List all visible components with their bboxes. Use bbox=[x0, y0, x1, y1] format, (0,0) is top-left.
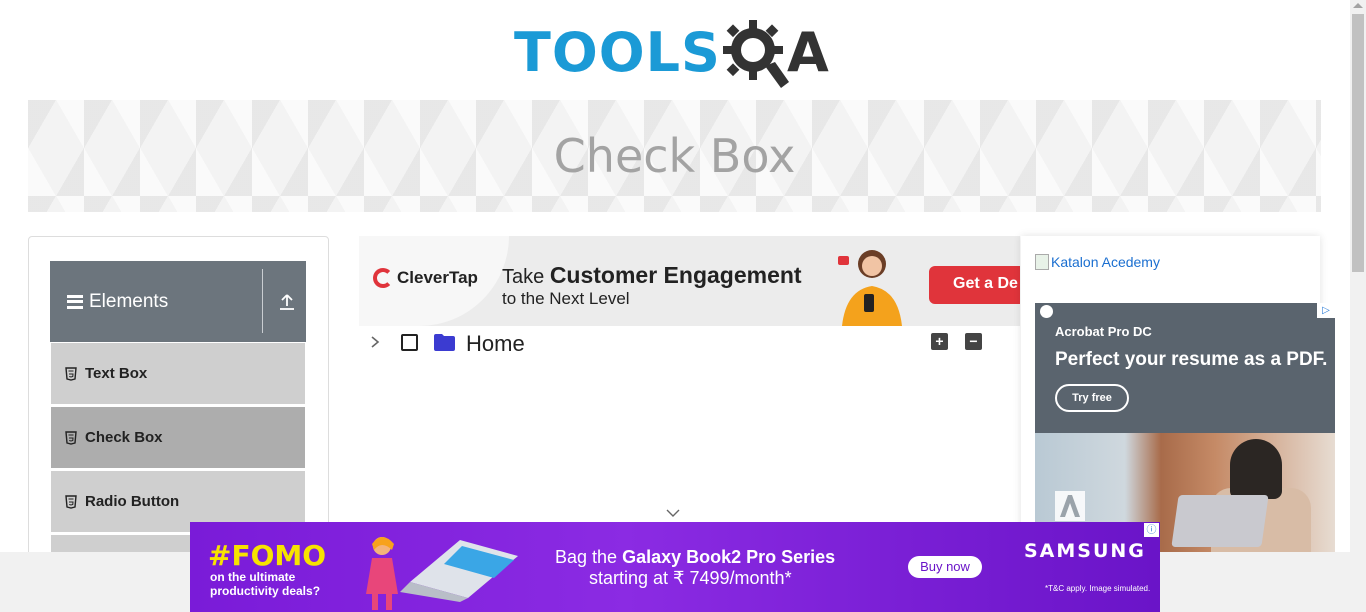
galaxy-book-laptop-image bbox=[400, 540, 518, 602]
chevron-right-icon[interactable] bbox=[368, 335, 382, 349]
katalon-alt-text: Katalon Acedemy bbox=[1051, 254, 1160, 270]
logo-text-tools: TOOLS bbox=[514, 21, 721, 84]
ad-headline-bold: Customer Engagement bbox=[549, 262, 802, 288]
samsung-ad[interactable]: #FOMO on the ultimate productivity deals… bbox=[190, 522, 1160, 612]
collapse-all-button[interactable]: − bbox=[965, 333, 982, 350]
clevertap-ring-icon bbox=[373, 268, 393, 288]
home-checkbox[interactable] bbox=[401, 334, 418, 351]
ad-headline-bold: Galaxy Book2 Pro Series bbox=[622, 547, 836, 567]
adobe-ad-header: ▷ Acrobat Pro DC Perfect your resume as … bbox=[1035, 303, 1335, 433]
samsung-logo: SAMSUNG bbox=[1024, 540, 1146, 562]
adobe-ad[interactable]: ▷ Acrobat Pro DC Perfect your resume as … bbox=[1035, 303, 1335, 552]
buy-now-button[interactable]: Buy now bbox=[908, 556, 982, 578]
elements-group-header[interactable]: Elements bbox=[50, 261, 306, 342]
toolsqa-logo[interactable]: TOOLS A bbox=[514, 14, 844, 92]
hamburger-icon bbox=[67, 294, 83, 309]
vertical-scrollbar[interactable] bbox=[1350, 0, 1366, 612]
ad-headline-prefix: Bag the bbox=[555, 547, 618, 567]
clevertap-ad[interactable]: CleverTap Take Customer Engagement to th… bbox=[359, 236, 1020, 326]
divider bbox=[262, 269, 263, 333]
html5-icon bbox=[65, 366, 77, 381]
page-title: Check Box bbox=[553, 129, 796, 183]
sidebar-item-check-box[interactable]: Check Box bbox=[51, 406, 305, 468]
person-head bbox=[1230, 439, 1282, 499]
page: TOOLS A Check Box Elements Text Box Chec… bbox=[0, 0, 1366, 612]
ad-headline: Take Customer Engagement bbox=[502, 262, 802, 289]
html5-icon bbox=[65, 430, 77, 445]
upload-icon[interactable] bbox=[278, 293, 296, 311]
ad-headline: Bag the Galaxy Book2 Pro Series bbox=[555, 547, 835, 568]
scrollbar-thumb[interactable] bbox=[1352, 14, 1364, 272]
adobe-product-name: Acrobat Pro DC bbox=[1055, 324, 1152, 339]
page-banner: Check Box bbox=[28, 100, 1321, 212]
tree-node-label[interactable]: Home bbox=[466, 331, 525, 357]
fomo-text: #FOMO bbox=[208, 539, 327, 572]
fomo-subtext: on the ultimate productivity deals? bbox=[210, 570, 320, 598]
html5-icon bbox=[65, 494, 77, 509]
fomo-subtext-line-2: productivity deals? bbox=[210, 584, 321, 598]
ad-price: starting at ₹ 7499/month* bbox=[589, 568, 792, 588]
scroll-up-arrow-icon[interactable] bbox=[1353, 3, 1363, 8]
sidebar-item-text-box[interactable]: Text Box bbox=[51, 342, 305, 404]
group-title: Elements bbox=[89, 290, 169, 312]
clevertap-logo: CleverTap bbox=[373, 268, 478, 288]
adobe-choices-icon[interactable] bbox=[1040, 305, 1053, 318]
broken-image-icon bbox=[1035, 254, 1049, 270]
get-a-demo-button[interactable]: Get a De bbox=[929, 266, 1020, 304]
katalon-ad-link[interactable]: Katalon Acedemy bbox=[1035, 254, 1160, 270]
chevron-down-icon[interactable] bbox=[666, 508, 680, 518]
info-icon[interactable]: ▷ bbox=[1317, 303, 1335, 318]
clevertap-brand: CleverTap bbox=[397, 268, 478, 287]
adobe-logo-icon bbox=[1055, 491, 1085, 521]
folder-icon bbox=[434, 334, 455, 351]
ad-headline-prefix: Take bbox=[502, 266, 545, 288]
adobe-headline: Perfect your resume as a PDF. bbox=[1055, 349, 1328, 370]
ad-subline: to the Next Level bbox=[502, 289, 630, 308]
sidebar-item-label: Radio Button bbox=[85, 493, 180, 510]
info-icon[interactable]: ⓘ bbox=[1143, 522, 1160, 538]
sidebar-item-label: Check Box bbox=[85, 429, 163, 446]
woman-with-phone-image bbox=[838, 250, 902, 326]
logo-text-a: A bbox=[786, 21, 829, 84]
expand-all-button[interactable]: + bbox=[931, 333, 948, 350]
sidebar-item-label: Text Box bbox=[85, 365, 148, 382]
try-free-button[interactable]: Try free bbox=[1055, 384, 1129, 412]
laptop-shape bbox=[1171, 495, 1269, 547]
gear-search-icon bbox=[722, 20, 789, 88]
tree-node-home: Home bbox=[368, 330, 1018, 358]
fomo-subtext-line-1: on the ultimate bbox=[210, 570, 296, 584]
terms-text: *T&C apply. Image simulated. bbox=[1045, 584, 1151, 593]
